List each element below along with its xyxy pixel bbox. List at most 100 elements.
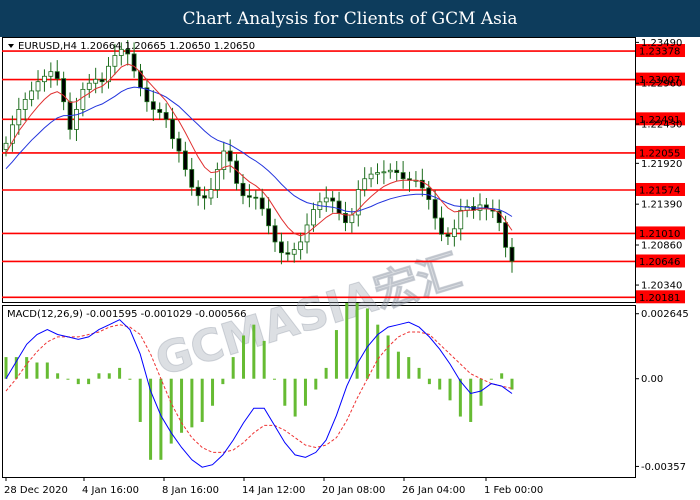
candle-body <box>16 109 22 126</box>
histogram-bar <box>97 373 101 379</box>
candle-body <box>170 119 175 140</box>
candle-body <box>387 169 393 173</box>
histogram-bar <box>334 330 338 379</box>
histogram-bar <box>396 351 400 379</box>
candle-body <box>182 150 188 170</box>
candle-body <box>509 246 515 262</box>
candle-body <box>311 209 316 226</box>
histogram-bar <box>66 378 70 380</box>
candle-body <box>451 228 457 237</box>
histogram-bar <box>438 378 442 390</box>
candle-body <box>163 112 169 120</box>
macd-info-label: MACD(12,26,9) -0.001595 -0.001029 -0.000… <box>7 309 246 320</box>
candle-body <box>458 209 464 230</box>
candle-body <box>432 199 438 219</box>
time-tick-label: 1 Feb 00:00 <box>484 485 543 496</box>
candle-body <box>54 71 60 79</box>
histogram-bar <box>407 357 411 379</box>
collapse-triangle-icon <box>8 44 14 48</box>
candle-body <box>330 197 336 202</box>
candle-body <box>246 195 252 198</box>
level-price-label: 1.21574 <box>639 185 680 196</box>
candle-body <box>285 252 291 255</box>
candle-body <box>368 173 374 180</box>
histogram-bar <box>107 373 111 379</box>
price-chart: GCMASIA宏汇1.233781.230071.224911.220551.2… <box>2 37 689 496</box>
histogram-bar <box>458 378 462 417</box>
candle-body <box>93 78 99 84</box>
histogram-bar <box>500 373 504 379</box>
candle-body <box>426 187 432 200</box>
price-tick-label: 1.22430 <box>641 120 682 131</box>
macd-tick-label: 0.00 <box>641 374 663 385</box>
histogram-bar <box>159 378 163 460</box>
candle-body <box>157 109 163 113</box>
candle-body <box>503 222 508 248</box>
level-price-label: 1.22055 <box>639 148 680 159</box>
histogram-bar <box>252 324 256 379</box>
candle-body <box>279 241 284 254</box>
candle-body <box>362 178 368 190</box>
candle-body <box>99 78 105 83</box>
chart-area: GCMASIA宏汇 1.23378 1.23007 1.22491 1.22055 1.2… <box>2 37 698 500</box>
candle-body <box>202 195 207 199</box>
candle-body <box>150 101 156 110</box>
candle-body <box>266 208 272 227</box>
price-tick-label: 1.20340 <box>641 281 682 292</box>
time-tick-label: 26 Jan 04:00 <box>402 485 465 496</box>
candle-body <box>112 55 118 67</box>
price-tick-label: 1.22960 <box>641 79 682 90</box>
histogram-bar <box>376 324 380 379</box>
histogram-bar <box>242 335 246 379</box>
candle-body <box>86 82 92 90</box>
candle-body <box>400 172 406 180</box>
candle-body <box>227 150 233 162</box>
time-tick-label: 20 Jan 08:00 <box>322 485 385 496</box>
histogram-bar <box>4 357 8 379</box>
candle-body <box>259 197 265 210</box>
candle-body <box>375 172 380 175</box>
histogram-bar <box>324 367 328 379</box>
candle-body <box>189 169 195 188</box>
price-panel-frame <box>2 37 636 303</box>
time-tick-label: 4 Jan 16:00 <box>82 485 139 496</box>
histogram-bar <box>345 303 349 379</box>
candle-body <box>336 200 342 214</box>
histogram-bar <box>417 367 421 379</box>
level-price-label: 1.20646 <box>639 257 680 268</box>
candle-body <box>214 169 220 190</box>
candle-body <box>208 189 214 199</box>
price-tick-label: 1.21920 <box>641 159 682 170</box>
macd-tick-label: 0.002645 <box>641 309 689 320</box>
histogram-bar <box>76 378 80 385</box>
candle-body <box>22 98 28 110</box>
time-tick-label: 8 Jan 16:00 <box>162 485 219 496</box>
candle-body <box>48 71 54 77</box>
candle-body <box>349 214 355 224</box>
price-tick-label: 1.23490 <box>641 38 682 49</box>
histogram-bar <box>365 308 369 379</box>
candle-body <box>61 78 67 103</box>
candle-body <box>195 186 201 197</box>
symbol-info-label: EURUSD,H4 1.20664 1.20665 1.20650 1.2065… <box>18 41 255 52</box>
candle-body <box>381 171 387 174</box>
candle-body <box>253 196 259 199</box>
candle-body <box>298 241 304 251</box>
histogram-bar <box>190 378 194 428</box>
candle-body <box>445 233 451 237</box>
candle-body <box>291 249 297 255</box>
histogram-bar <box>479 378 483 406</box>
price-tick-label: 1.20860 <box>641 240 682 251</box>
candle-body <box>176 138 182 152</box>
candle-body <box>42 75 47 83</box>
time-tick-label: 14 Jan 12:00 <box>242 485 305 496</box>
histogram-bar <box>386 335 390 379</box>
histogram-bar <box>314 378 318 390</box>
candle-body <box>80 88 86 110</box>
histogram-bar <box>427 378 431 385</box>
candle-body <box>131 53 137 72</box>
candle-body <box>74 109 79 130</box>
histogram-bar <box>35 362 39 379</box>
histogram-bar <box>448 378 452 401</box>
histogram-bar <box>45 362 49 379</box>
